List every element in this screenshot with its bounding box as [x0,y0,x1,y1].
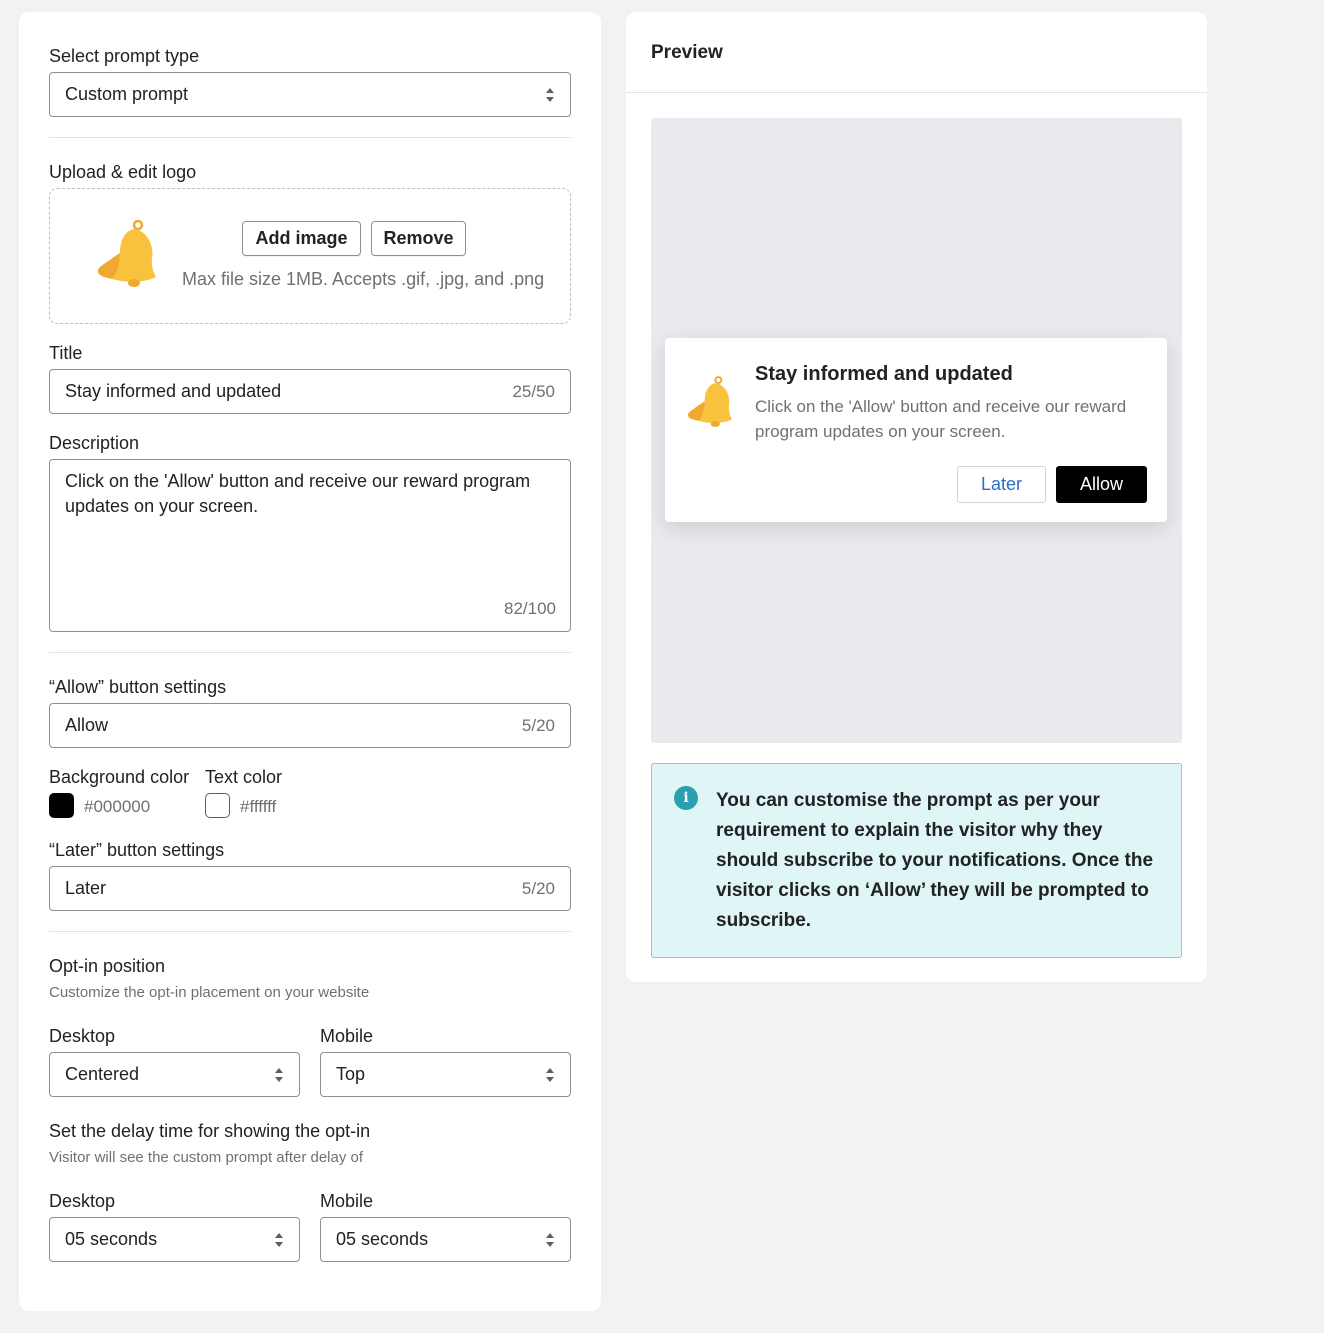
popup-allow-button[interactable]: Allow [1056,466,1147,503]
position-desktop-select[interactable]: Centered [49,1052,300,1097]
delay-heading: Set the delay time for showing the opt-i… [49,1121,371,1141]
delay-mobile-value: 05 seconds [336,1229,429,1249]
preview-stage: Stay informed and updated Click on the '… [651,118,1182,743]
text-color-value[interactable]: #ffffff [240,797,276,817]
text-color-label: Text color [205,767,283,787]
background-color-value[interactable]: #000000 [84,797,150,817]
prompt-popup: Stay informed and updated Click on the '… [665,338,1167,522]
later-char-count: 5/20 [521,878,555,898]
delay-mobile-label: Mobile [320,1191,374,1211]
position-mobile-label: Mobile [320,1026,374,1046]
background-color-swatch[interactable] [49,793,74,818]
preview-divider [626,92,1207,93]
prompt-type-value: Custom prompt [65,84,189,104]
description-textarea[interactable]: Click on the 'Allow' button and receive … [49,459,571,632]
select-arrows-icon [545,1067,555,1083]
allow-label-input[interactable]: Allow 5/20 [49,703,571,748]
popup-title: Stay informed and updated [755,363,1013,385]
delay-desktop-value: 05 seconds [65,1229,158,1249]
title-value: Stay informed and updated [65,381,282,401]
title-label: Title [49,343,83,363]
prompt-type-select[interactable]: Custom prompt [49,72,571,117]
position-mobile-value: Top [336,1064,366,1084]
delay-desktop-label: Desktop [49,1191,116,1211]
remove-image-button[interactable]: Remove [371,221,466,256]
divider [49,652,571,653]
delay-desktop-select[interactable]: 05 seconds [49,1217,300,1262]
logo-label: Upload & edit logo [49,162,197,182]
position-heading: Opt-in position [49,956,166,976]
allow-char-count: 5/20 [521,715,555,735]
popup-description: Click on the 'Allow' button and receive … [755,397,1127,441]
later-settings-label: “Later” button settings [49,840,225,860]
select-arrows-icon [545,87,555,103]
logo-help-text: Max file size 1MB. Accepts .gif, .jpg, a… [182,269,545,289]
position-desktop-value: Centered [65,1064,140,1084]
background-color-label: Background color [49,767,190,787]
text-color-swatch[interactable] [205,793,230,818]
later-label-value: Later [65,878,107,898]
description-char-count: 82/100 [504,599,556,618]
info-banner: i You can customise the prompt as per yo… [651,763,1182,958]
delay-subheading: Visitor will see the custom prompt after… [49,1149,364,1166]
preview-card: Preview Stay informed and updated Click … [626,12,1207,982]
divider [49,931,571,932]
description-label: Description [49,433,140,453]
select-arrows-icon [274,1232,284,1248]
position-desktop-label: Desktop [49,1026,116,1046]
position-mobile-select[interactable]: Top [320,1052,571,1097]
allow-label-value: Allow [65,715,109,735]
title-input[interactable]: Stay informed and updated 25/50 [49,369,571,414]
prompt-type-label: Select prompt type [49,46,200,66]
description-value: Click on the 'Allow' button and receive … [65,471,531,516]
bell-icon [97,219,156,287]
position-subheading: Customize the opt-in placement on your w… [49,984,370,1001]
settings-card: Select prompt type Custom prompt Upload … [19,12,601,1311]
select-arrows-icon [274,1067,284,1083]
popup-later-button[interactable]: Later [957,466,1046,503]
preview-heading: Preview [651,42,723,63]
info-icon: i [674,786,698,810]
bell-icon [687,376,732,427]
allow-settings-label: “Allow” button settings [49,677,227,697]
logo-dropzone[interactable]: Add image Remove Max file size 1MB. Acce… [49,188,571,324]
divider [49,137,571,138]
select-arrows-icon [545,1232,555,1248]
add-image-button[interactable]: Add image [242,221,361,256]
title-char-count: 25/50 [512,381,555,401]
later-label-input[interactable]: Later 5/20 [49,866,571,911]
delay-mobile-select[interactable]: 05 seconds [320,1217,571,1262]
info-text: You can customise the prompt as per your… [716,790,1154,931]
